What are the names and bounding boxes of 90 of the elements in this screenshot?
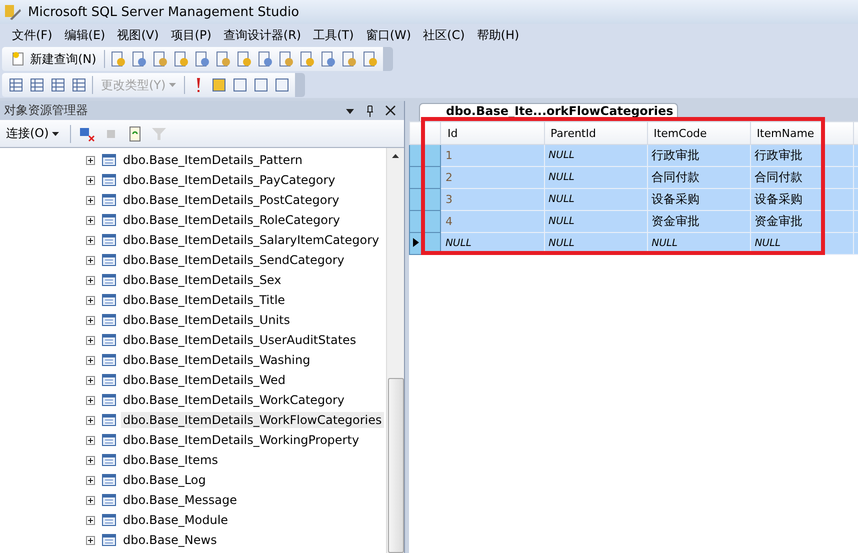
table-cell: 合同付款 — [647, 166, 750, 188]
scrollbar[interactable] — [386, 148, 404, 553]
tree-item[interactable]: dbo.Base_Module — [121, 512, 230, 528]
document-icon[interactable] — [194, 51, 210, 67]
menu-item[interactable]: 窗口(W) — [360, 26, 418, 44]
connect-button[interactable]: 连接(O) — [3, 123, 62, 144]
expand-toggle-icon[interactable] — [86, 396, 95, 404]
table-cell: 1 — [440, 144, 544, 166]
table-cell: 4 — [440, 210, 544, 232]
menu-item[interactable]: 视图(V) — [111, 26, 165, 44]
caret-icon — [52, 132, 59, 136]
menu-item[interactable]: 查询设计器(R) — [217, 26, 308, 44]
expand-toggle-icon[interactable] — [86, 296, 95, 304]
new-query-button[interactable]: 新建查询(N) — [8, 48, 100, 70]
table-cell: NULL — [544, 166, 648, 188]
column-header[interactable]: Id — [440, 122, 544, 144]
table-cell: 2 — [440, 166, 544, 188]
tree-item[interactable]: dbo.Base_Message — [121, 492, 239, 508]
menu-item[interactable]: 编辑(E) — [58, 26, 112, 44]
menu-item[interactable]: 工具(T) — [307, 26, 360, 44]
menu-item[interactable]: 项目(P) — [164, 26, 218, 44]
expand-toggle-icon[interactable] — [86, 516, 95, 524]
column-header[interactable]: ParentId — [544, 122, 648, 144]
tree-item[interactable]: dbo.Base_ItemDetails_SalaryItemCategory — [121, 232, 382, 248]
dropdown-icon[interactable] — [345, 106, 355, 114]
tree-item[interactable]: dbo.Base_ItemDetails_Wed — [121, 372, 288, 388]
table-cell: 行政审批 — [750, 144, 854, 166]
expand-toggle-icon[interactable] — [86, 336, 95, 344]
tree-item[interactable]: dbo.Base_ItemDetails_SendCategory — [121, 252, 346, 268]
tree-item[interactable]: dbo.Base_ItemDetails_WorkFlowCategories — [121, 412, 384, 428]
tree-item[interactable]: dbo.Base_Items — [121, 452, 220, 468]
document-icon[interactable] — [110, 51, 126, 67]
close-icon[interactable] — [385, 105, 396, 116]
table-cell: NULL — [544, 144, 648, 166]
scroll-up-icon[interactable] — [392, 154, 399, 158]
table-cell: 合同付款 — [750, 166, 854, 188]
expand-toggle-icon[interactable] — [86, 416, 95, 424]
table-cell: 设备采购 — [647, 188, 750, 210]
tree-item[interactable]: dbo.Base_ItemDetails_PostCategory — [121, 192, 342, 208]
menu-item[interactable]: 社区(C) — [417, 26, 471, 44]
expand-toggle-icon[interactable] — [86, 456, 95, 464]
grid-icon[interactable] — [71, 77, 87, 93]
table-cell: 3 — [440, 188, 544, 210]
tree-item[interactable]: dbo.Base_ItemDetails_Washing — [121, 352, 312, 368]
menu-item[interactable]: 帮助(H) — [470, 26, 526, 44]
expand-toggle-icon[interactable] — [86, 536, 95, 544]
scrollbar-thumb[interactable] — [388, 378, 404, 553]
expand-toggle-icon[interactable] — [86, 156, 95, 164]
tree-item[interactable]: dbo.Base_ItemDetails_Title — [121, 292, 288, 308]
tree-item[interactable]: dbo.Base_ItemDetails_PayCategory — [121, 172, 338, 188]
tree-item[interactable]: dbo.Base_ItemDetails_UserAuditStates — [121, 332, 358, 348]
expand-toggle-icon[interactable] — [86, 376, 95, 384]
table-cell: NULL — [544, 188, 648, 210]
tree-item[interactable]: dbo.Base_ItemDetails_WorkCategory — [121, 392, 347, 408]
tree-item[interactable]: dbo.Base_ItemDetails_Pattern — [121, 152, 304, 168]
window-title: Microsoft SQL Server Management Studio — [28, 4, 300, 20]
expand-toggle-icon[interactable] — [86, 496, 95, 504]
expand-toggle-icon[interactable] — [86, 236, 95, 244]
tree-item[interactable]: dbo.Base_ItemDetails_Sex — [121, 272, 284, 288]
column-header[interactable]: ItemName — [750, 122, 854, 144]
tree-item[interactable]: dbo.Base_ItemDetails_WorkingProperty — [121, 432, 362, 448]
tree-item[interactable]: dbo.Base_News — [121, 532, 219, 548]
panel-title: 对象资源管理器 — [4, 102, 89, 119]
refresh-icon[interactable] — [126, 126, 143, 142]
tree-item[interactable]: dbo.Base_ItemDetails_Units — [121, 312, 292, 328]
expand-toggle-icon[interactable] — [86, 356, 95, 364]
caret-icon — [168, 83, 176, 87]
menu-item[interactable]: 文件(F) — [6, 26, 58, 44]
table-cell: 行政审批 — [647, 144, 750, 166]
current-row-icon — [412, 238, 420, 247]
grid-icon[interactable] — [29, 77, 45, 93]
expand-toggle-icon[interactable] — [86, 276, 95, 284]
app-icon — [4, 3, 22, 21]
disconnect-icon[interactable] — [78, 126, 95, 142]
table-cell: 设备采购 — [750, 188, 854, 210]
column-header[interactable]: ItemCode — [647, 122, 750, 144]
document-icon[interactable] — [278, 51, 294, 67]
expand-toggle-icon[interactable] — [86, 436, 95, 444]
tree-item[interactable]: dbo.Base_Log — [121, 472, 208, 488]
expand-toggle-icon[interactable] — [86, 256, 95, 264]
table-cell: 资金审批 — [647, 210, 750, 232]
table-cell: NULL — [544, 210, 648, 232]
expand-toggle-icon[interactable] — [86, 176, 95, 184]
tree-item[interactable]: dbo.Base_ItemDetails_RoleCategory — [121, 212, 342, 228]
expand-toggle-icon[interactable] — [86, 216, 95, 224]
expand-toggle-icon[interactable] — [86, 196, 95, 204]
expand-toggle-icon[interactable] — [86, 476, 95, 484]
expand-toggle-icon[interactable] — [86, 316, 95, 324]
pin-icon[interactable] — [365, 104, 375, 116]
table-cell: 资金审批 — [750, 210, 854, 232]
